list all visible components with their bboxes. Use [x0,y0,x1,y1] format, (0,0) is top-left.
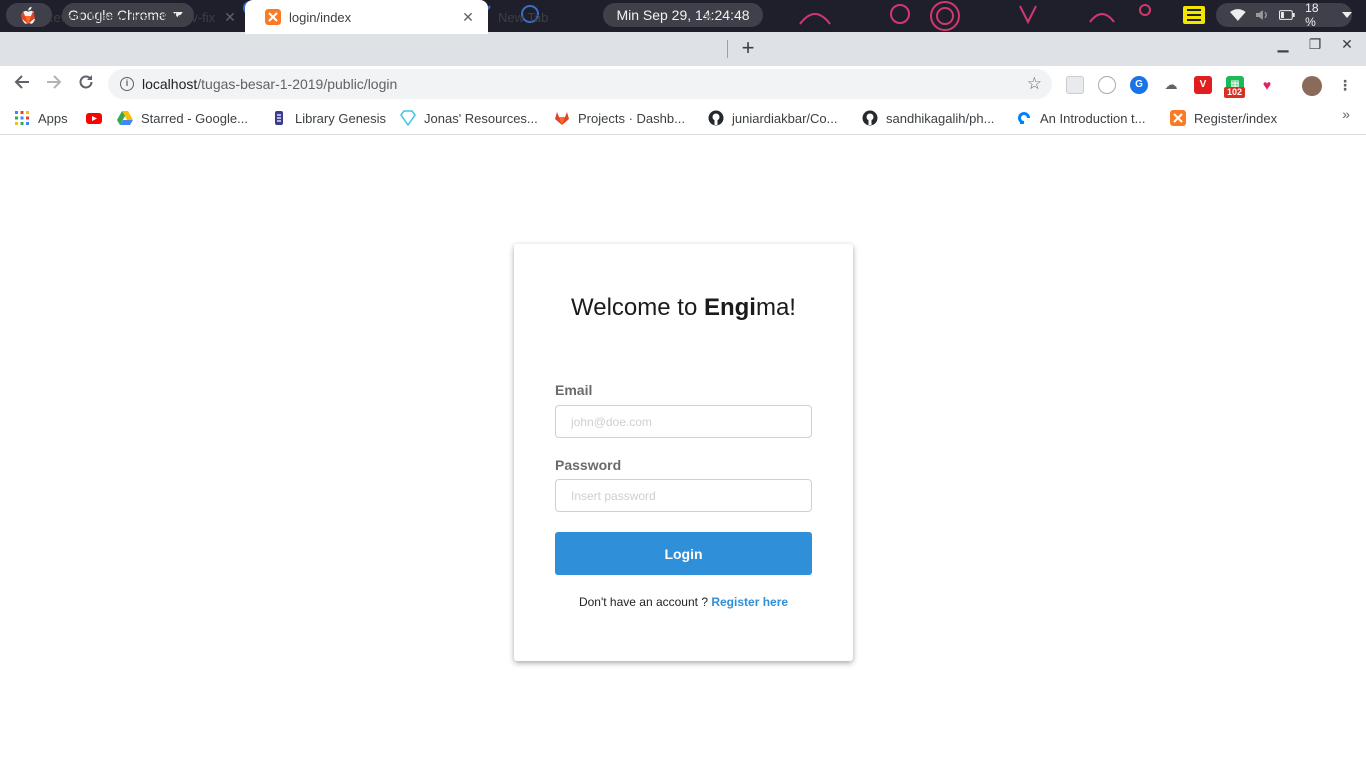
welcome-prefix: Welcome to [571,294,704,321]
welcome-brand-bold: Engi [703,294,756,321]
login-button[interactable]: Login [555,532,812,575]
libgen-icon [275,111,283,125]
email-field[interactable] [555,405,812,438]
bookmark-jonas-resources[interactable]: Jonas' Resources... [400,108,538,128]
url-path: /tugas-besar-1-2019/public/login [197,76,398,92]
info-icon[interactable]: i [120,77,134,91]
bookmark-juniardiakbar[interactable]: juniardiakbar/Co... [708,108,838,128]
battery-icon [1279,10,1296,20]
diamond-icon [400,110,416,126]
bookmark-label: Register/index [1194,110,1278,126]
bookmark-introduction[interactable]: An Introduction t... [1016,108,1146,128]
volume-icon [1255,10,1267,20]
url-host: localhost [142,76,198,92]
bookmark-star-icon[interactable]: ☆ [1027,74,1042,94]
email-label: Email [555,382,593,398]
extension-cloud-icon[interactable]: ☁ [1162,76,1180,94]
notes-icon [1183,6,1205,24]
battery-percent: 18 % [1305,1,1319,29]
arrow-right-icon [47,75,62,89]
gitlab-icon [555,112,569,125]
bookmark-apps[interactable]: Apps [14,108,68,128]
wifi-icon [1230,9,1246,21]
bookmark-label: sandhikagalih/ph... [886,110,995,126]
close-icon[interactable]: ✕ [460,9,476,26]
digitalocean-icon [1018,112,1030,124]
welcome-suffix: ma! [755,294,796,321]
minimize-button[interactable]: ▁ [1270,36,1296,53]
reload-icon [79,75,93,89]
xampp-icon [265,9,281,25]
reload-button[interactable] [74,72,98,96]
bookmark-projects-dashboard[interactable]: Projects · Dashb... [554,108,685,128]
tab-title: Revert "Merge branch 'dev-fix [44,9,216,25]
menu-kebab-icon[interactable]: ⋮ [1336,76,1354,94]
register-prompt: Don't have an account ? [578,595,712,609]
github-icon [708,110,724,126]
tab-login-index[interactable]: login/index ✕ [245,0,488,34]
register-link[interactable]: Register here [711,595,788,609]
bookmark-label: An Introduction t... [1040,110,1146,126]
back-button[interactable] [10,72,34,96]
avatar[interactable] [1302,76,1322,96]
password-field[interactable] [555,479,812,512]
forward-button[interactable] [42,72,66,96]
bookmark-label: Projects · Dashb... [578,110,685,126]
bookmark-label: juniardiakbar/Co... [732,110,838,126]
bookmark-library-genesis[interactable]: Library Genesis [271,108,386,128]
register-prompt-line: Don't have an account ? Register here [514,595,853,609]
youtube-icon [86,113,102,124]
bookmark-sandhikagalih[interactable]: sandhikagalih/ph... [862,108,994,128]
extension-pocket-icon[interactable]: ♥ [1258,76,1276,94]
tab-divider [727,40,728,58]
close-icon[interactable]: ✕ [700,9,716,26]
tab-strip [0,32,1366,66]
bookmark-label: Apps [38,110,68,126]
page-title: Welcome to Engima! [514,294,853,322]
bookmark-label: Jonas' Resources... [424,110,538,126]
tab-title: New Tab [498,9,549,25]
new-tab-button[interactable]: + [736,37,760,61]
status-menu[interactable]: 18 % [1216,1,1352,29]
extension-vimium-icon[interactable]: V [1194,76,1212,94]
tab-title: login/index [289,9,352,25]
close-icon[interactable]: ✕ [222,9,238,26]
apps-grid-icon [15,111,29,125]
google-drive-icon [117,111,133,125]
close-window-button[interactable]: ✕ [1334,36,1360,53]
github-icon [862,110,878,126]
chevron-down-icon [1342,12,1352,18]
bookmark-label: Starred - Google... [141,110,248,126]
bookmarks-overflow-button[interactable]: » [1342,106,1350,122]
extension-face-icon[interactable] [1098,76,1116,94]
password-label: Password [555,457,622,473]
bookmark-register-index[interactable]: Register/index [1170,108,1277,128]
bookmark-starred-google[interactable]: Starred - Google... [117,108,248,128]
extension-grammarly-icon[interactable]: G [1130,76,1148,94]
bookmark-youtube[interactable] [86,108,110,128]
login-card: Welcome to Engima! Email Password Login … [514,244,853,661]
xampp-icon [1170,110,1186,126]
address-bar[interactable]: i localhost /tugas-besar-1-2019/public/l… [108,69,1052,99]
gitlab-icon [21,11,35,24]
tab-new-tab[interactable]: New Tab ✕ [478,0,728,34]
extension-blank-icon[interactable] [1066,76,1084,94]
extension-badge: 102 [1224,87,1246,98]
bookmark-label: Library Genesis [295,110,387,126]
restore-button[interactable]: ❐ [1302,36,1328,53]
tray-notes[interactable] [1164,3,1224,27]
arrow-left-icon [14,75,29,89]
tab-revert-merge[interactable]: Revert "Merge branch 'dev-fix ✕ [0,0,250,34]
